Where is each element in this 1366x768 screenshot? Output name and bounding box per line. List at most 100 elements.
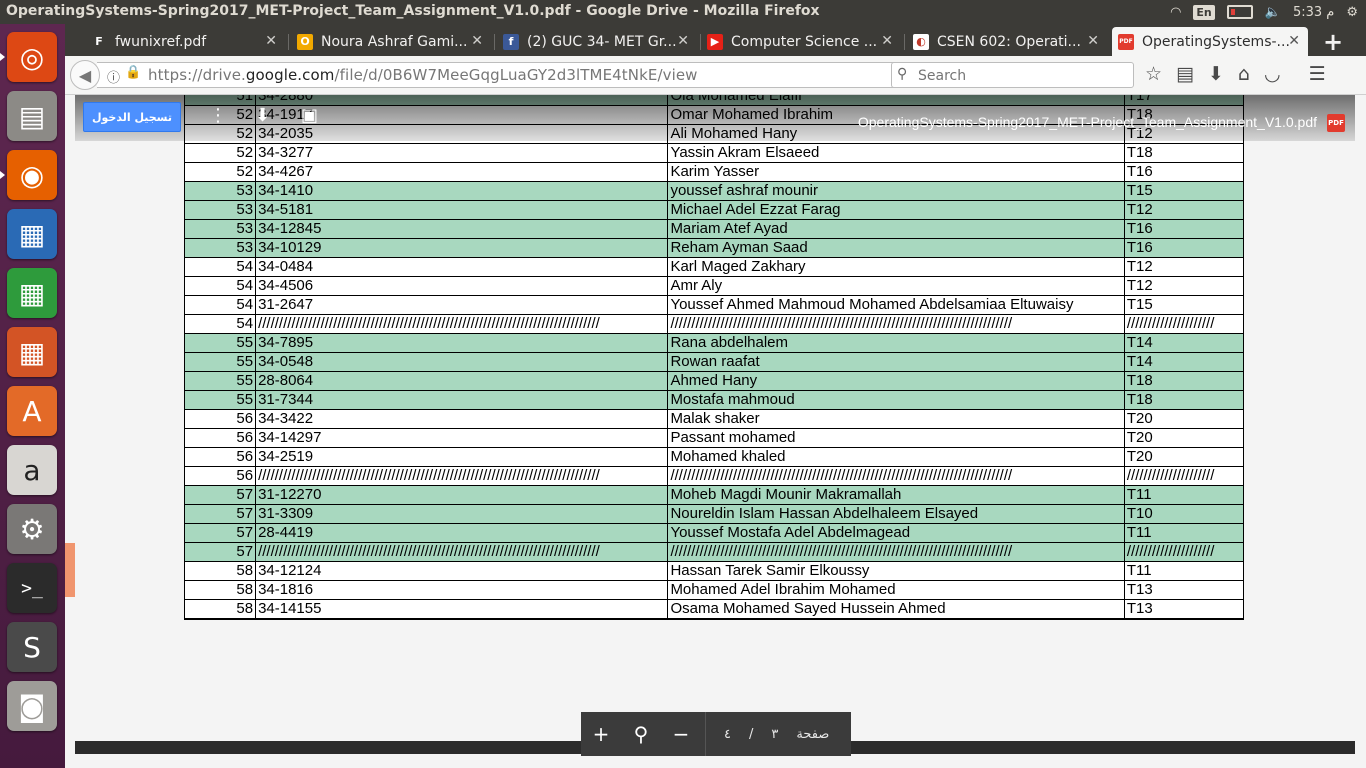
gear-icon[interactable]: ⚙ [1346,5,1358,20]
team-number-cell: 53 [183,181,257,201]
page-indicator: ٤ / ٣ صفحة [724,726,830,742]
more-options-icon[interactable]: ⋮ [209,105,227,126]
writer-icon[interactable]: ▦ [7,209,57,259]
team-number-cell: 54 [183,295,257,315]
tutorial-cell: T11 [1123,485,1245,505]
team-number-cell: 57 [183,504,257,524]
browser-tab[interactable]: ◐ CSEN 602: Operati... ✕ [907,27,1107,56]
page-scrollbar[interactable] [1355,95,1366,768]
files-icon[interactable]: ▤ [7,91,57,141]
download-icon[interactable]: ⬇ [1208,63,1224,85]
zoom-fit-icon[interactable]: ⚲ [621,722,661,746]
team-number-cell: 57 [183,485,257,505]
tab-label: Computer Science ... [731,33,878,50]
wifi-icon[interactable]: ◠ [1170,5,1181,20]
tab-separator [494,34,495,50]
browser-tab[interactable]: O Noura Ashraf Gami... ✕ [291,27,491,56]
close-icon[interactable]: ✕ [471,33,483,49]
student-id-cell: 31-7344 [255,390,669,410]
close-icon[interactable]: ✕ [1087,33,1099,49]
team-number-cell: 57 [183,542,257,562]
pdf-viewer[interactable]: 5134-2880Ola Mohamed ElafifT175234-1917O… [75,95,1355,741]
team-number-cell: 55 [183,390,257,410]
info-icon[interactable]: ⓘ [107,67,120,86]
close-icon[interactable]: ✕ [265,33,277,49]
tutorial-cell: T12 [1123,200,1245,220]
close-icon[interactable]: ✕ [677,33,689,49]
favicon-icon: ▶ [707,33,723,50]
software-center-icon[interactable]: A [7,386,57,436]
table-row: 53 34-5181 Michael Adel Ezzat Farag T12 [183,200,1245,220]
navigation-toolbar: ⓘ 🔒 https://drive.google.com/file/d/0B6W… [65,56,1366,95]
zoom-out-icon[interactable]: − [661,722,701,746]
table-row: 56//////////////////////////////////////… [183,466,1245,486]
pdf-page: 5134-2880Ola Mohamed ElafifT175234-1917O… [75,95,1355,741]
student-id-cell: 34-12845 [255,219,669,239]
print-icon[interactable]: ▣ [301,105,318,126]
terminal-icon[interactable]: >_ [7,563,57,613]
back-button[interactable]: ◀ [70,60,100,90]
team-number-cell: 55 [183,352,257,372]
volume-icon[interactable]: 🔈 [1265,5,1281,20]
sign-in-button[interactable]: تسجيل الدخول [83,102,181,132]
student-id-cell: 34-14155 [255,599,669,620]
pocket-icon[interactable]: ◡ [1264,63,1281,85]
ubuntu-dash-icon[interactable]: ◎ [7,32,57,82]
student-id-cell: 28-4419 [255,523,669,543]
reading-list-icon[interactable]: ▤ [1176,63,1194,85]
tab-label: Noura Ashraf Gami... [321,33,468,50]
download-icon[interactable]: ⬇ [255,105,270,126]
search-input[interactable] [916,65,1130,87]
student-name-cell: Youssef Ahmed Mahmoud Mohamed Abdelsamia… [667,295,1125,315]
tab-label: (2) GUC 34- MET Gr... [527,33,677,50]
calc-icon[interactable]: ▦ [7,268,57,318]
home-icon[interactable]: ⌂ [1238,63,1250,85]
browser-tab[interactable]: ▶ Computer Science ... ✕ [701,27,901,56]
tab-label: CSEN 602: Operati... [937,33,1081,50]
team-number-cell: 57 [183,523,257,543]
tutorial-cell: T18 [1123,371,1245,391]
tutorial-cell: T12 [1123,257,1245,277]
lock-icon[interactable]: 🔒 [125,65,141,80]
tab-separator [288,34,289,50]
browser-tab[interactable]: Ffwunixref.pdf ✕ [85,27,285,56]
close-icon[interactable]: ✕ [1288,33,1300,49]
sublime-icon[interactable]: S [7,622,57,672]
tab-label: fwunixref.pdf [115,33,207,50]
table-row: 58 34-12124 Hassan Tarek Samir Elkoussy T11 [183,561,1245,581]
pdf-file-icon: PDF [1327,114,1345,132]
system-settings-icon[interactable]: ⚙ [7,504,57,554]
student-name-cell: Mohamed Adel Ibrahim Mohamed [667,580,1125,600]
student-id-cell: 34-7895 [255,333,669,353]
hamburger-menu-icon[interactable]: ☰ [1309,63,1326,85]
page-left-edge [65,95,75,768]
keyboard-layout-indicator[interactable]: En [1193,4,1215,20]
impress-icon[interactable]: ▦ [7,327,57,377]
team-number-cell: 56 [183,409,257,429]
url-bar[interactable]: ⓘ 🔒 https://drive.google.com/file/d/0B6W… [97,62,950,88]
student-name-cell: Mariam Atef Ayad [667,219,1125,239]
browser-tab[interactable]: f (2) GUC 34- MET Gr... ✕ [497,27,697,56]
camera-icon[interactable]: ◙ [7,681,57,731]
table-row: 57//////////////////////////////////////… [183,542,1245,562]
tutorial-cell: T20 [1123,409,1245,429]
zoom-in-icon[interactable]: + [581,722,621,746]
clock[interactable]: 5:33 م [1293,5,1334,20]
unity-launcher: ◎ ▤ ◉ ▦ ▦ ▦ Aa ⚙ >_ S ◙ [0,24,66,768]
student-name-cell: Karl Maged Zakhary [667,257,1125,277]
battery-icon[interactable] [1226,5,1253,19]
url-text[interactable]: https://drive.google.com/file/d/0B6W7Mee… [148,66,698,84]
table-row: 52 34-4267 Karim Yasser T16 [183,162,1245,182]
close-icon[interactable]: ✕ [881,33,893,49]
student-name-cell: ////////////////////////////////////////… [667,314,1125,334]
browser-tab[interactable]: PDF OperatingSystems-... ✕ [1112,27,1308,56]
new-tab-button[interactable]: + [1323,28,1343,56]
search-box[interactable]: ⚲ [891,62,1134,88]
bookmark-star-icon[interactable]: ☆ [1145,63,1162,85]
amazon-icon[interactable]: a [7,445,57,495]
table-row: 58 34-1816 Mohamed Adel Ibrahim Mohamed T13 [183,580,1245,600]
favicon-icon: PDF [1118,33,1134,50]
table-row: 54//////////////////////////////////////… [183,314,1245,334]
firefox-icon[interactable]: ◉ [7,150,57,200]
student-name-cell: Osama Mohamed Sayed Hussein Ahmed [667,599,1125,620]
